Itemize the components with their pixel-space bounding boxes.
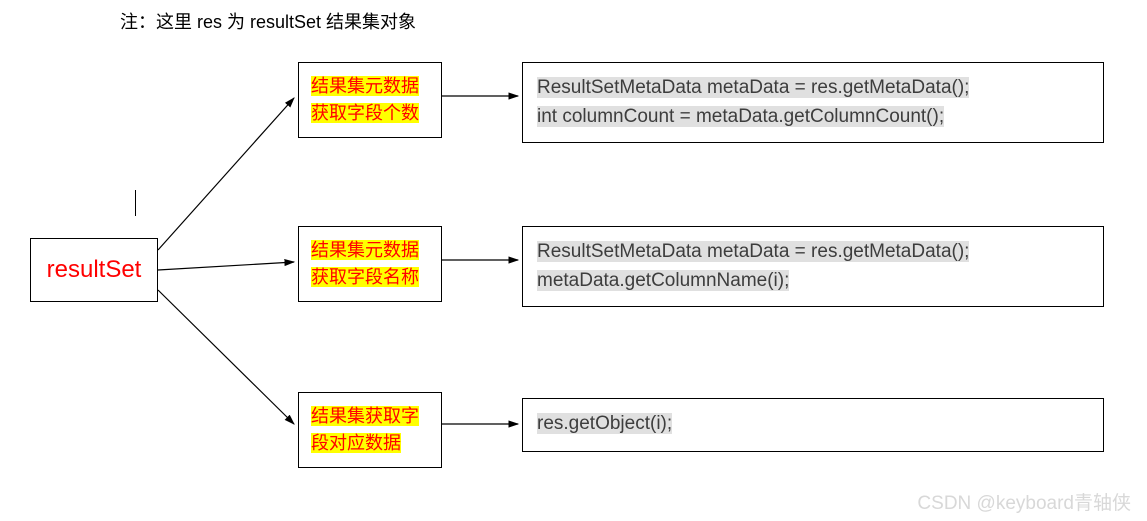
branch-label-3: 结果集获取字 段对应数据 <box>298 392 442 468</box>
arrow-root-to-2 <box>158 262 294 270</box>
code-1-line1: ResultSetMetaData metaData = res.getMeta… <box>537 77 969 98</box>
label-1-line1: 结果集元数据 <box>311 76 419 96</box>
code-box-3: res.getObject(i); <box>522 398 1104 452</box>
code-2-line2: metaData.getColumnName(i); <box>537 270 789 291</box>
arrow-root-to-3 <box>158 290 294 424</box>
text-cursor <box>135 190 136 216</box>
code-1-line2: int columnCount = metaData.getColumnCoun… <box>537 106 944 127</box>
code-box-1: ResultSetMetaData metaData = res.getMeta… <box>522 62 1104 143</box>
branch-label-1: 结果集元数据 获取字段个数 <box>298 62 442 138</box>
note-text: 注：这里 res 为 resultSet 结果集对象 <box>120 8 416 34</box>
label-2-line1: 结果集元数据 <box>311 240 419 260</box>
code-3-line1: res.getObject(i); <box>537 413 672 434</box>
watermark: CSDN @keyboard青轴侠 <box>917 488 1131 515</box>
label-1-line2: 获取字段个数 <box>311 103 419 123</box>
root-node: resultSet <box>30 238 158 302</box>
code-2-line1: ResultSetMetaData metaData = res.getMeta… <box>537 241 969 262</box>
label-3-line2: 段对应数据 <box>311 433 401 453</box>
label-2-line2: 获取字段名称 <box>311 267 419 287</box>
label-3-line1: 结果集获取字 <box>311 406 419 426</box>
arrow-root-to-1 <box>158 98 294 250</box>
branch-label-2: 结果集元数据 获取字段名称 <box>298 226 442 302</box>
code-box-2: ResultSetMetaData metaData = res.getMeta… <box>522 226 1104 307</box>
